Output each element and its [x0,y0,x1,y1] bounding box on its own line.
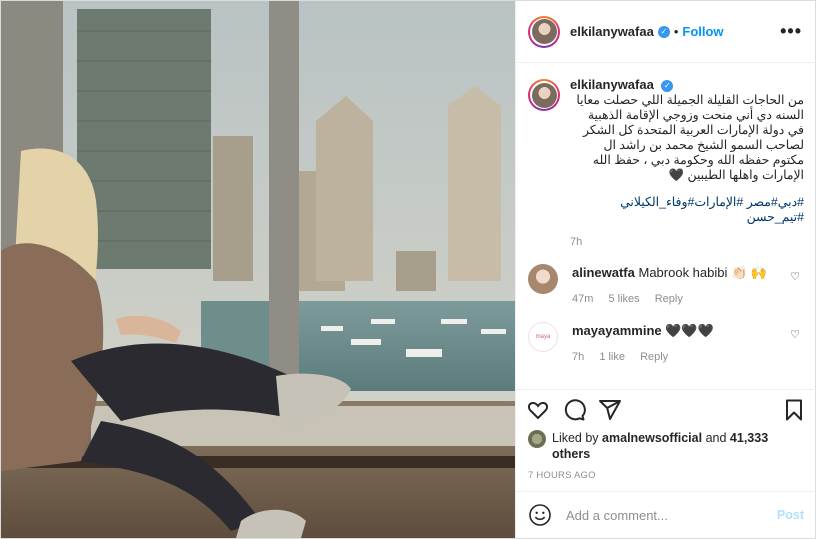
more-options-icon[interactable]: ••• [780,21,802,42]
liker-avatar[interactable] [528,430,546,448]
comment-avatar[interactable] [528,264,558,294]
post-photo[interactable] [1,1,515,538]
verified-icon: ✓ [657,25,670,38]
likes-and: and [705,431,727,445]
post-button[interactable]: Post [777,508,804,522]
comment-like-icon[interactable]: ♡ [790,270,800,283]
reply-button[interactable]: Reply [655,293,683,305]
post-timestamp[interactable]: 7 HOURS AGO [516,462,816,491]
action-bar [516,389,816,430]
verified-icon: ✓ [661,79,674,92]
post-sidebar: elkilanywafaa ✓ • Follow ••• elkilanywaf… [515,1,816,538]
caption: elkilanywafaa ✓ من الحاجات القليلة الجمي… [528,77,804,250]
post-header: elkilanywafaa ✓ • Follow ••• [516,1,816,63]
likes-prefix: Liked by [552,431,599,445]
comment: maya mayayammine 🖤🖤🖤 7h 1 like Reply ♡ [528,322,804,366]
comment-text: Mabrook habibi 👏🏻 🙌 [638,265,767,280]
comment-username[interactable]: mayayammine [572,323,662,338]
comment-likes[interactable]: 1 like [599,351,625,363]
caption-hashtags[interactable]: #دبي#مصر #الإمارات#وفاء_الكيلاني #تيم_حس… [570,195,804,225]
separator: • [673,24,679,39]
follow-button[interactable]: Follow [682,24,723,39]
comments-section: elkilanywafaa ✓ من الحاجات القليلة الجمي… [516,63,816,389]
comment: alinewatfa Mabrook habibi 👏🏻 🙌 47m 5 lik… [528,264,804,308]
comment-like-icon[interactable]: ♡ [790,328,800,341]
heart-icon[interactable] [526,398,550,422]
caption-avatar[interactable] [528,79,560,111]
share-icon[interactable] [598,398,622,422]
comment-input[interactable] [564,506,777,524]
comment-icon[interactable] [562,398,586,422]
caption-username[interactable]: elkilanywafaa [570,77,654,92]
comment-time[interactable]: 47m [572,293,593,305]
comment-text: 🖤🖤🖤 [665,323,714,338]
liker-username[interactable]: amalnewsofficial [602,431,702,445]
likes-summary: Liked by amalnewsofficial and 41,333 oth… [516,430,816,462]
bookmark-icon[interactable] [782,398,806,422]
comment-likes[interactable]: 5 likes [608,293,639,305]
comment-avatar[interactable]: maya [528,322,558,352]
caption-time[interactable]: 7h [570,235,804,250]
reply-button[interactable]: Reply [640,351,668,363]
caption-text: من الحاجات القليلة الجميلة اللي حصلت معا… [576,93,804,182]
add-comment-bar: Post [516,491,816,538]
comment-username[interactable]: alinewatfa [572,265,635,280]
instagram-post: elkilanywafaa ✓ • Follow ••• elkilanywaf… [0,0,816,539]
comment-time[interactable]: 7h [572,351,584,363]
avatar[interactable] [528,15,560,48]
header-username[interactable]: elkilanywafaa [570,24,654,39]
photo-illustration [1,1,515,538]
emoji-icon[interactable] [528,503,552,527]
